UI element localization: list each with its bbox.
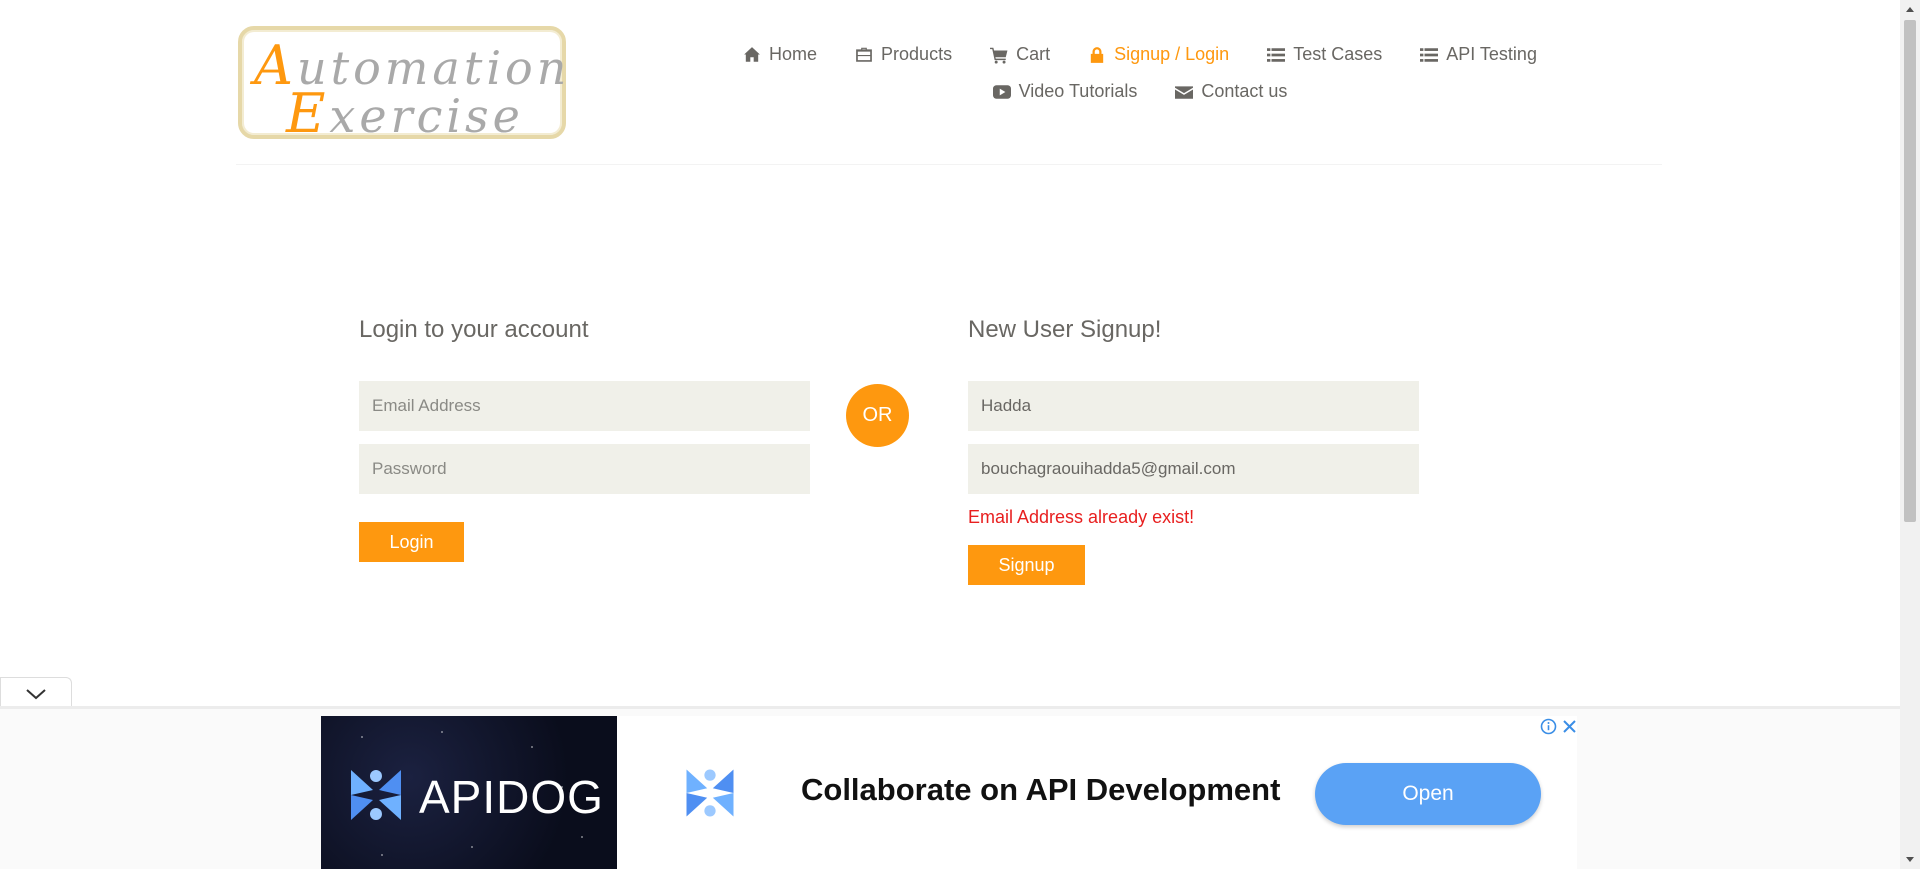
ad-brand-name: APIDOG — [419, 771, 604, 823]
nav-contact-us[interactable]: Contact us — [1175, 81, 1287, 102]
apidog-logo-icon — [351, 770, 401, 820]
scroll-up-arrow-icon[interactable] — [1900, 0, 1920, 18]
apidog-logo-icon — [686, 769, 734, 817]
apidog-ad[interactable]: APIDOG Collaborate on API Development Op… — [321, 716, 1577, 869]
scroll-down-arrow-icon[interactable] — [1900, 851, 1920, 869]
login-password-input[interactable] — [359, 444, 810, 494]
signup-name-input[interactable] — [968, 381, 1419, 431]
nav-signup-login[interactable]: Signup / Login — [1088, 44, 1229, 65]
nav-api-testing[interactable]: API Testing — [1420, 44, 1537, 65]
ad-info-icon[interactable] — [1540, 718, 1557, 735]
automation-exercise-logo[interactable]: Automation Exercise — [238, 26, 566, 145]
nav-products[interactable]: Products — [855, 44, 952, 65]
ad-collapse-toggle[interactable] — [0, 677, 72, 709]
home-icon — [744, 46, 760, 62]
main-nav: Home Products Cart Signup / Login Test C… — [740, 36, 1540, 110]
login-button[interactable]: Login — [359, 522, 464, 562]
briefcase-icon — [856, 47, 872, 62]
chevron-down-icon — [26, 688, 46, 699]
signup-button[interactable]: Signup — [968, 545, 1085, 585]
signup-error-message: Email Address already exist! — [968, 507, 1195, 527]
ad-close-icon[interactable] — [1561, 718, 1578, 735]
cart-icon — [990, 47, 1008, 64]
nav-video-tutorials[interactable]: Video Tutorials — [992, 81, 1137, 102]
header-divider — [236, 164, 1662, 165]
signup-email-input[interactable] — [968, 444, 1419, 494]
login-title: Login to your account — [359, 316, 589, 343]
site-header: Automation Exercise Home Products Cart S… — [0, 0, 1900, 166]
envelope-icon — [1175, 85, 1194, 99]
signup-title: New User Signup! — [968, 316, 1162, 343]
youtube-play-icon — [992, 84, 1011, 99]
list-icon — [1267, 47, 1286, 62]
ad-headline: Collaborate on API Development — [801, 772, 1281, 807]
list-icon — [1420, 47, 1439, 62]
nav-cart[interactable]: Cart — [990, 44, 1050, 65]
or-divider: OR — [846, 384, 909, 447]
nav-row-2: Video Tutorials Contact us — [740, 73, 1540, 110]
nav-home[interactable]: Home — [743, 44, 817, 65]
login-email-input[interactable] — [359, 381, 810, 431]
scrollbar-thumb[interactable] — [1904, 20, 1916, 522]
ad-brand-panel: APIDOG — [321, 716, 617, 869]
page-scrollbar[interactable] — [1900, 0, 1920, 869]
nav-row-1: Home Products Cart Signup / Login Test C… — [740, 36, 1540, 73]
nav-test-cases[interactable]: Test Cases — [1267, 44, 1382, 65]
lock-icon — [1090, 46, 1104, 63]
ad-open-button[interactable]: Open — [1315, 763, 1541, 825]
